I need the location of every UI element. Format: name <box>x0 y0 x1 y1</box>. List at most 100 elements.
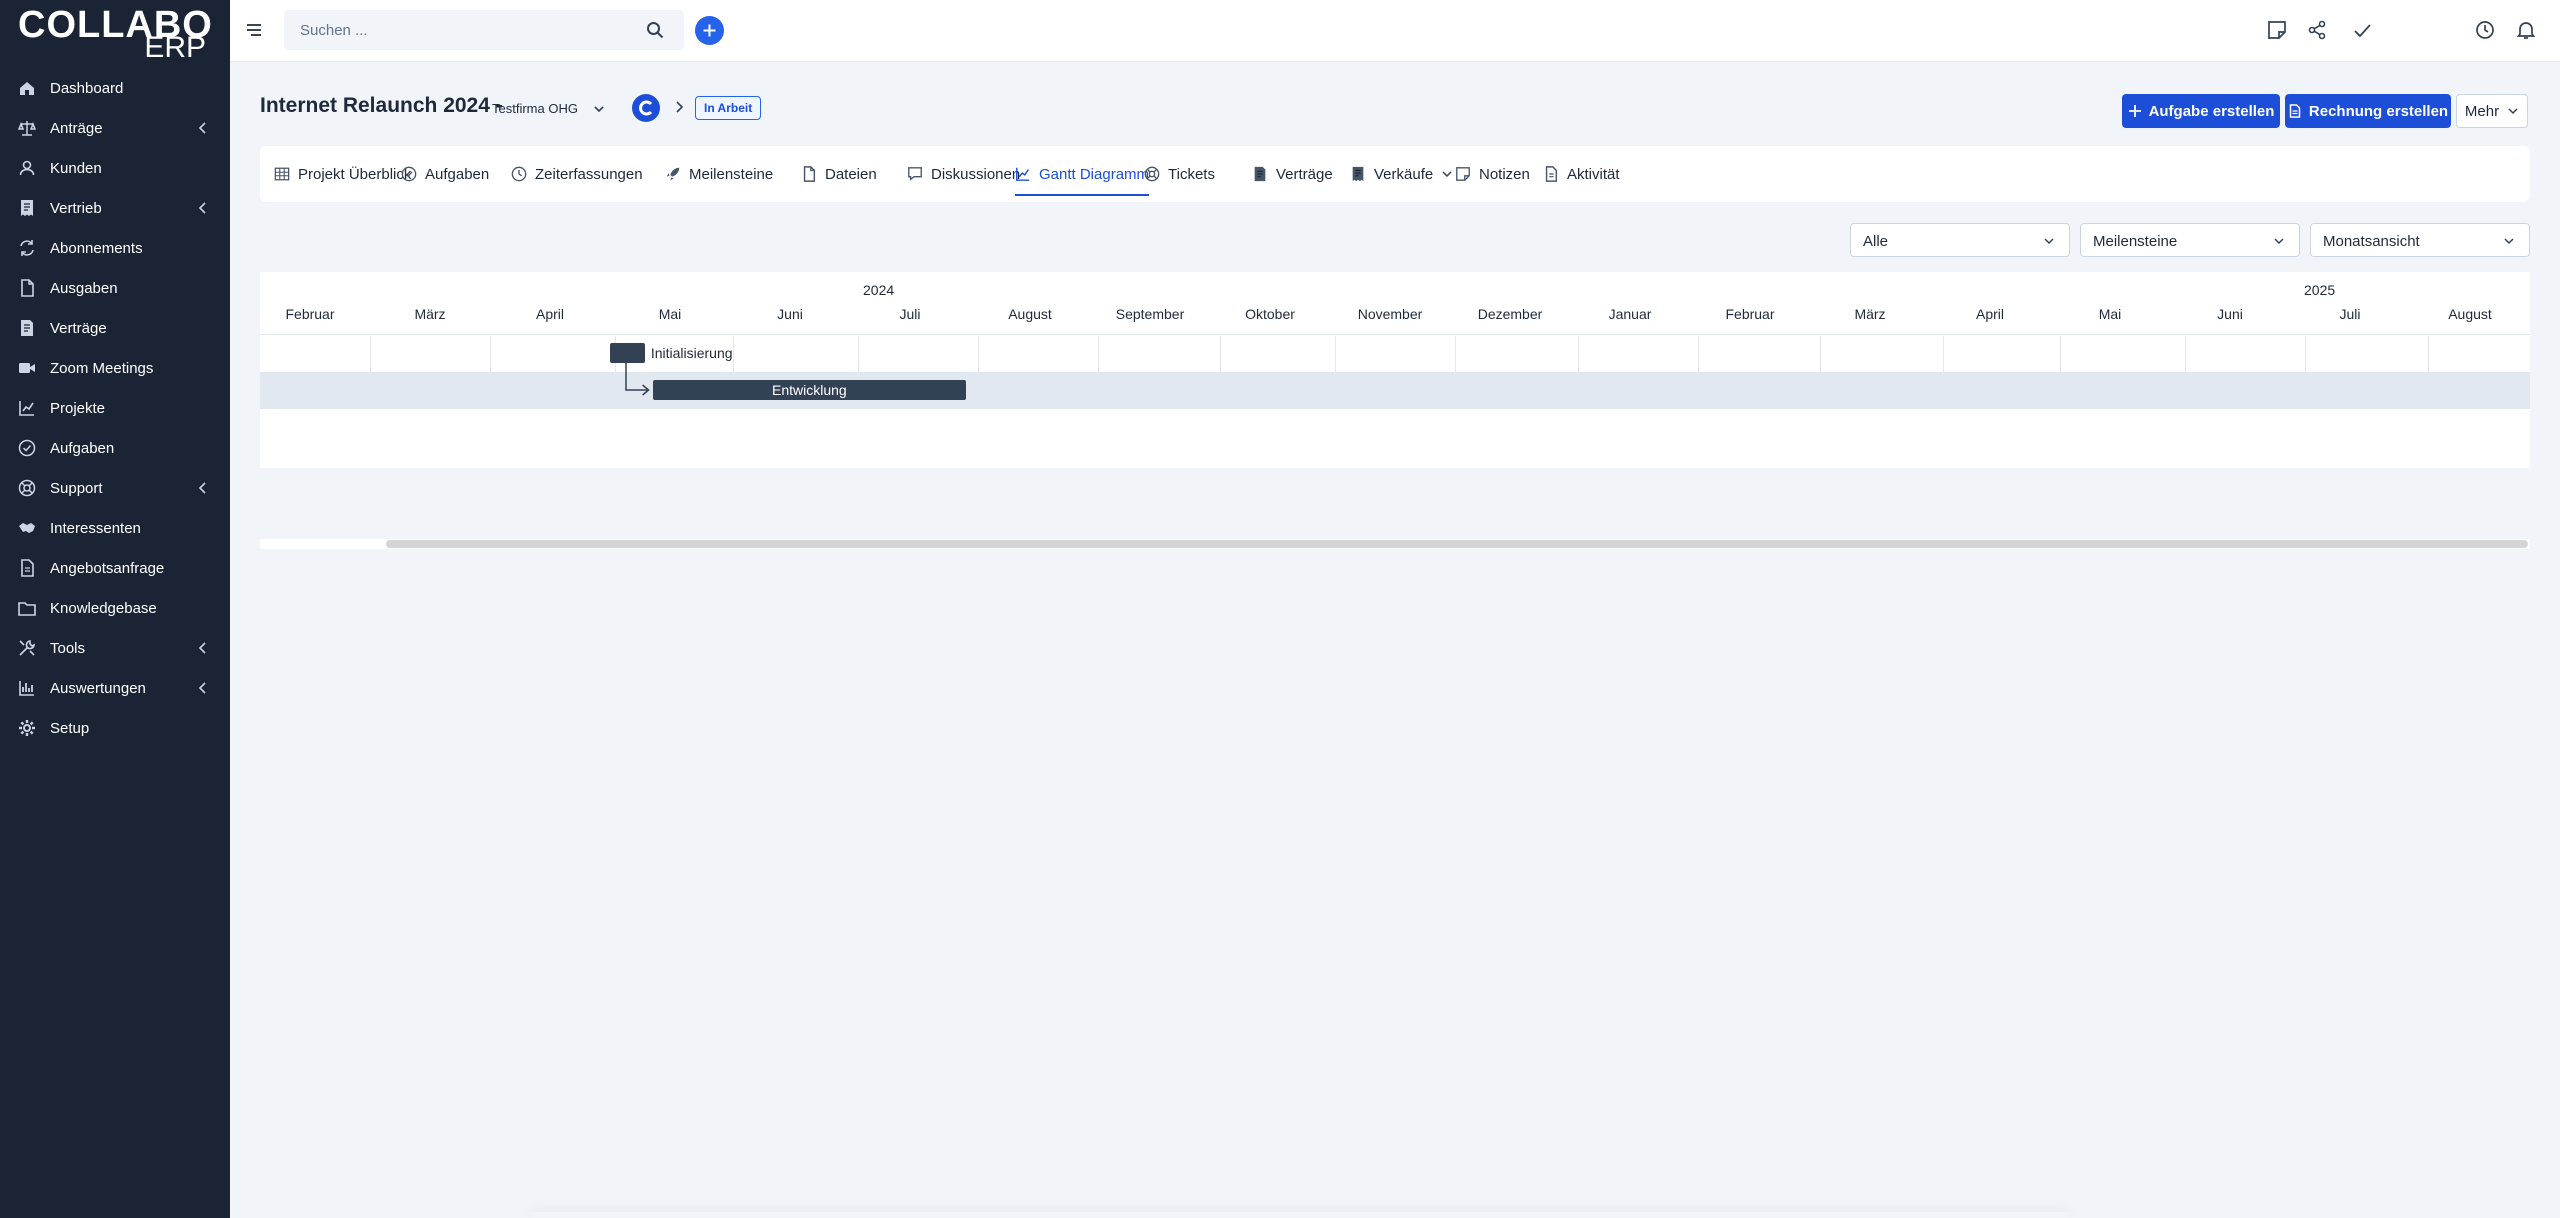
filter-view-value: Monatsansicht <box>2323 233 2420 250</box>
sticky-note-icon[interactable] <box>2266 19 2288 41</box>
sidebar-item-ausgaben[interactable]: Ausgaben <box>0 268 230 308</box>
chevron-down-icon <box>1442 171 1452 178</box>
tab-verkäufe[interactable]: Verkäufe <box>1350 146 1453 202</box>
chevron-left-icon[interactable] <box>198 202 208 214</box>
filter-assignee-select[interactable]: Alle <box>1850 223 2070 257</box>
quick-create-button[interactable] <box>695 16 724 45</box>
tab-gantt-diagramm[interactable]: Gantt Diagramm <box>1015 146 1150 202</box>
sidebar-item-label: Interessenten <box>50 519 141 537</box>
app-logo[interactable]: COLLABO ERP <box>18 5 218 63</box>
sidebar-item-dashboard[interactable]: Dashboard <box>0 68 230 108</box>
sidebar-item-knowledgebase[interactable]: Knowledgebase <box>0 588 230 628</box>
sidebar-item-label: Kunden <box>50 159 102 177</box>
create-task-button[interactable]: Aufgabe erstellen <box>2122 94 2280 128</box>
folder-icon <box>18 602 36 616</box>
document-icon <box>21 559 34 577</box>
tab-verträge[interactable]: Verträge <box>1252 146 1333 202</box>
sidebar-item-support[interactable]: Support <box>0 468 230 508</box>
tab-meilensteine[interactable]: Meilensteine <box>665 146 773 202</box>
sidebar-item-interessenten[interactable]: Interessenten <box>0 508 230 548</box>
sidebar-item-aufgaben[interactable]: Aufgaben <box>0 428 230 468</box>
chevron-down-icon <box>2044 238 2054 245</box>
sidebar-item-vertrieb[interactable]: Vertrieb <box>0 188 230 228</box>
search-input[interactable]: Suchen ... <box>300 22 368 39</box>
comment-icon <box>908 167 922 181</box>
tab-tickets[interactable]: Tickets <box>1144 146 1215 202</box>
invoice-icon <box>2289 104 2301 118</box>
chevron-left-icon[interactable] <box>198 122 208 134</box>
bar-chart-icon <box>19 681 34 696</box>
sidebar-item-auswertungen[interactable]: Auswertungen <box>0 668 230 708</box>
tab-diskussionen[interactable]: Diskussionen <box>907 146 1020 202</box>
file-icon <box>21 279 34 297</box>
filter-groupby-value: Meilensteine <box>2093 233 2178 250</box>
tab-projekt-überblick[interactable]: Projekt Überblick <box>274 146 411 202</box>
tab-label: Notizen <box>1479 165 1530 183</box>
chevron-left-icon[interactable] <box>198 482 208 494</box>
sidebar-item-setup[interactable]: Setup <box>0 708 230 748</box>
sidebar-item-label: Setup <box>50 719 90 737</box>
chevron-down-icon[interactable] <box>592 102 606 116</box>
tab-label: Diskussionen <box>931 165 1021 183</box>
receipt-icon <box>1352 166 1364 182</box>
tab-zeiterfassungen[interactable]: Zeiterfassungen <box>511 146 643 202</box>
create-invoice-button[interactable]: Rechnung erstellen <box>2285 94 2451 128</box>
sidebar-item-label: Verträge <box>50 319 107 337</box>
gantt-horizontal-scrollbar[interactable] <box>260 539 2530 549</box>
rocket-icon <box>666 167 680 181</box>
tab-label: Zeiterfassungen <box>535 165 643 183</box>
chevron-left-icon[interactable] <box>198 642 208 654</box>
project-company[interactable]: Testfirma OHG <box>492 101 578 116</box>
sidebar-item-label: Dashboard <box>50 79 124 97</box>
check-circle-icon <box>18 439 36 457</box>
sidebar-item-anträge[interactable]: Anträge <box>0 108 230 148</box>
chevron-right-icon <box>676 101 684 113</box>
sidebar-item-kunden[interactable]: Kunden <box>0 148 230 188</box>
share-icon[interactable] <box>2306 19 2328 41</box>
tab-label: Dateien <box>825 165 877 183</box>
tasks-check-icon[interactable] <box>2351 19 2373 41</box>
plus-icon <box>2128 105 2141 117</box>
home-icon <box>20 82 34 95</box>
sidebar-item-tools[interactable]: Tools <box>0 628 230 668</box>
tab-label: Projekt Überblick <box>298 165 412 183</box>
sidebar-item-projekte[interactable]: Projekte <box>0 388 230 428</box>
tab-dateien[interactable]: Dateien <box>801 146 877 202</box>
bell-icon[interactable] <box>2515 19 2537 41</box>
sidebar: COLLABO ERP Dashboard Anträge Kunden Vertri… <box>0 0 230 1218</box>
more-dropdown[interactable]: Mehr <box>2456 94 2528 128</box>
clock-icon[interactable] <box>2474 19 2496 41</box>
tab-aktivität[interactable]: Aktivität <box>1543 146 1620 202</box>
create-task-label: Aufgabe erstellen <box>2148 102 2275 120</box>
tab-label: Verkäufe <box>1374 165 1434 183</box>
scale-icon <box>18 121 36 136</box>
chevron-down-icon <box>2504 238 2514 245</box>
tab-notizen[interactable]: Notizen <box>1455 146 1530 202</box>
sidebar-item-label: Projekte <box>50 399 106 417</box>
filter-assignee-value: Alle <box>1863 233 1889 250</box>
scrollbar-thumb[interactable] <box>386 540 2528 548</box>
status-badge: In Arbeit <box>695 96 762 120</box>
chart-line-icon <box>19 401 34 416</box>
grid-icon <box>274 167 290 181</box>
tab-label: Aufgaben <box>425 165 490 183</box>
tab-aufgaben[interactable]: Aufgaben <box>401 146 489 202</box>
sidebar-item-abonnements[interactable]: Abonnements <box>0 228 230 268</box>
chevron-left-icon[interactable] <box>198 682 208 694</box>
clock-icon <box>511 166 527 182</box>
document-icon <box>1545 166 1558 182</box>
search-box[interactable]: Suchen ... <box>284 10 684 50</box>
refresh-icon <box>20 240 34 256</box>
filter-view-select[interactable]: Monatsansicht <box>2310 223 2530 257</box>
receipt-icon <box>21 200 33 216</box>
top-bar: Suchen ... 2 <box>230 0 2560 62</box>
filter-groupby-select[interactable]: Meilensteine <box>2080 223 2300 257</box>
sidebar-item-zoom-meetings[interactable]: Zoom Meetings <box>0 348 230 388</box>
menu-toggle-icon[interactable] <box>246 22 262 38</box>
main-content: Internet Relaunch 2024 - Testfirma OHG I… <box>230 62 2560 1218</box>
search-icon[interactable] <box>646 21 664 39</box>
sidebar-item-angebotsanfrage[interactable]: Angebotsanfrage <box>0 548 230 588</box>
lifebuoy-icon <box>18 479 36 497</box>
tools-icon <box>19 640 35 656</box>
sidebar-item-verträge[interactable]: Verträge <box>0 308 230 348</box>
